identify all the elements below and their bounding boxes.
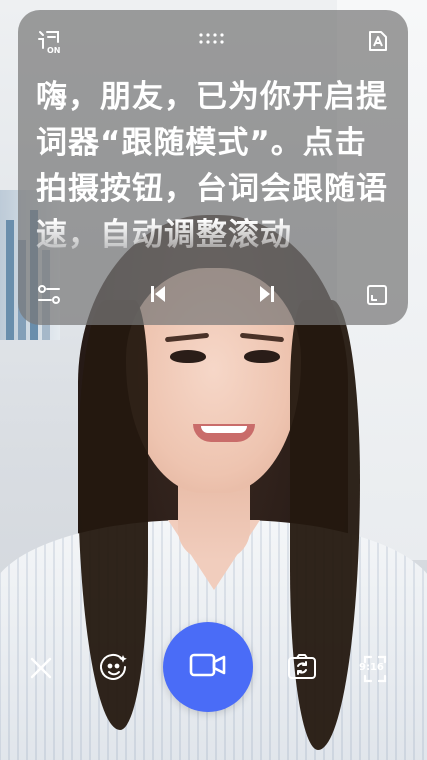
drag-handle-icon[interactable] bbox=[198, 24, 228, 54]
teleprompter-header: ON bbox=[18, 10, 408, 70]
beauty-face-icon[interactable] bbox=[96, 650, 132, 686]
resize-icon[interactable] bbox=[362, 280, 392, 310]
teleprompter-footer bbox=[18, 265, 408, 325]
close-icon[interactable] bbox=[23, 650, 59, 686]
edit-text-icon[interactable] bbox=[363, 26, 393, 56]
video-camera-icon bbox=[189, 652, 227, 682]
settings-sliders-icon[interactable] bbox=[34, 280, 64, 310]
camera-controls-bar: 9:16 bbox=[0, 622, 427, 718]
flip-camera-icon[interactable] bbox=[284, 650, 320, 686]
svg-text:ON: ON bbox=[47, 46, 61, 54]
skip-previous-icon[interactable] bbox=[143, 279, 173, 309]
teleprompter-script-text: 嗨，朋友，已为你开启提词器“跟随模式”。点击拍摄按钮，台词会跟随语速，自动调整滚… bbox=[36, 79, 388, 253]
script-on-icon[interactable]: ON bbox=[34, 26, 64, 56]
teleprompter-panel[interactable]: ON 嗨，朋友，已为你开启提词器“跟随模式”。点击拍摄按钮，台词会跟随语速，自动… bbox=[18, 10, 408, 325]
record-button[interactable] bbox=[163, 622, 253, 712]
skip-next-icon[interactable] bbox=[252, 279, 282, 309]
aspect-ratio-icon[interactable]: 9:16 bbox=[356, 650, 394, 688]
aspect-ratio-label: 9:16 bbox=[359, 662, 384, 673]
